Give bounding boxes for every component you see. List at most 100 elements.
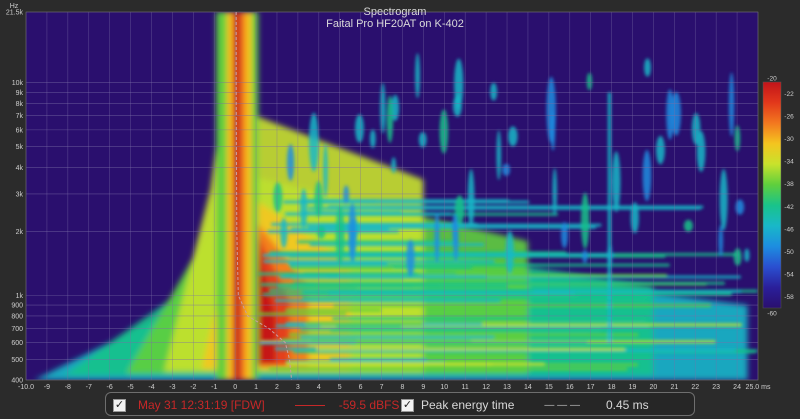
x-tick-label: 7 — [380, 384, 384, 391]
x-tick-label: 23 — [712, 384, 720, 391]
heat-blob — [733, 248, 742, 266]
heat-streak — [307, 199, 510, 203]
colorbar-tick-label: -54 — [784, 272, 794, 279]
heat-streak — [269, 288, 534, 292]
x-tick-label: 22 — [691, 384, 699, 391]
heat-blob — [309, 112, 319, 172]
heat-blob — [490, 82, 498, 101]
heat-blob — [508, 126, 518, 147]
x-tick-label: 13 — [503, 384, 511, 391]
heat-blob — [300, 188, 308, 229]
heat-blob — [316, 225, 326, 239]
heat-streak — [285, 362, 494, 366]
x-tick-label: 0 — [233, 384, 237, 391]
heat-blob — [502, 163, 511, 176]
colorbar-tick-label: -46 — [784, 226, 794, 233]
legend-item-peak-energy[interactable]: ✓ Peak energy time — — — 0.45 ms — [401, 397, 649, 413]
heat-blob — [335, 205, 345, 265]
peak-energy-checkbox[interactable]: ✓ — [401, 398, 414, 412]
x-tick-label: 15 — [545, 384, 553, 391]
y-tick-label: 500 — [11, 357, 23, 364]
heat-blob — [580, 192, 590, 249]
x-tick-label: 3 — [296, 384, 300, 391]
y-tick-label: 800 — [11, 313, 23, 320]
y-tick-label: 600 — [11, 340, 23, 347]
measurement-label: May 31 12:31:19 [FDW] — [138, 398, 265, 412]
x-tick-label: 2 — [275, 384, 279, 391]
y-tick-label: 6k — [16, 127, 24, 134]
x-tick-label: -5 — [127, 384, 133, 391]
x-tick-label: 17 — [587, 384, 595, 391]
measurement-checkbox[interactable]: ✓ — [113, 398, 126, 412]
heat-blob — [280, 217, 288, 249]
x-tick-label: 24 — [733, 384, 741, 391]
heat-blob — [467, 169, 475, 227]
heat-blob — [552, 167, 558, 216]
x-tick-label: 4 — [317, 384, 321, 391]
heat-blob — [546, 76, 556, 143]
heat-streak — [284, 212, 452, 216]
heat-blob — [343, 185, 350, 204]
x-tick-label: 10 — [440, 384, 448, 391]
heat-blob — [452, 213, 458, 246]
heat-blob — [612, 151, 621, 213]
peak-energy-line-swatch: — — — — [544, 399, 580, 411]
colorbar-tick-label: -22 — [784, 91, 794, 98]
peak-energy-label: Peak energy time — [421, 398, 515, 412]
y-tick-label: 7k — [16, 113, 24, 120]
heat-streak — [331, 317, 646, 321]
heat-streak — [288, 333, 639, 337]
heat-blob — [728, 72, 735, 137]
y-tick-label: 8k — [16, 101, 24, 108]
heat-blob — [415, 53, 420, 99]
y-tick-label: 9k — [16, 90, 24, 97]
heat-blob — [656, 135, 665, 165]
x-tick-label: 14 — [524, 384, 532, 391]
heat-blob — [348, 203, 357, 262]
measurement-value: -59.5 dBFS — [338, 398, 400, 412]
heat-blob — [683, 219, 693, 232]
x-tick-label: 8 — [401, 384, 405, 391]
heat-blob — [586, 72, 593, 91]
heat-blob — [561, 221, 568, 249]
heat-streak — [333, 304, 712, 308]
x-tick-label: 19 — [629, 384, 637, 391]
heat-streak — [302, 296, 646, 300]
legend-item-measurement[interactable]: ✓ May 31 12:31:19 [FDW] -59.5 dBFS — [113, 397, 399, 413]
heat-blob — [718, 224, 724, 257]
heat-blob — [734, 125, 741, 152]
heat-blob — [630, 202, 639, 234]
heat-streak — [293, 281, 726, 285]
x-tick-label: 11 — [462, 384, 469, 391]
x-tick-label: 20 — [650, 384, 658, 391]
colorbar-tick-label: -38 — [784, 181, 794, 188]
y-tick-label: 3k — [16, 191, 24, 198]
heat-blob — [642, 149, 652, 202]
heat-blob — [434, 212, 440, 264]
colorbar-tick-label: -30 — [784, 136, 794, 143]
heat-blob — [391, 157, 397, 174]
colorbar-tick-label: -58 — [784, 294, 794, 301]
heat-streak — [285, 308, 382, 312]
heat-blob — [369, 129, 376, 149]
heat-streak — [277, 284, 508, 288]
chart-title: Spectrogram — [364, 6, 427, 18]
y-tick-label: 4k — [16, 165, 24, 172]
heat-streak — [288, 262, 388, 266]
heat-blob — [386, 95, 394, 143]
x-tick-label: -1 — [211, 384, 217, 391]
colorbar-tick-label: -60 — [767, 311, 777, 318]
heat-streak — [268, 367, 628, 371]
x-tick-label: -8 — [65, 384, 71, 391]
heat-streak — [299, 328, 601, 332]
y-tick-label: 900 — [11, 303, 23, 310]
x-tick-label: 9 — [421, 384, 425, 391]
colorbar-tick-label: -42 — [784, 204, 794, 211]
y-axis-unit: Hz — [10, 3, 19, 10]
heat-streak — [316, 347, 626, 351]
heat-blob — [719, 168, 728, 231]
heat-streak — [297, 240, 457, 244]
spectrogram-window: 21.5k 10k 9k 8k 7k 6k 5k 4k 3k 2k 1k 900 800 700 600 50… — [0, 0, 800, 419]
x-tick-label: 16 — [566, 384, 574, 391]
spectrogram-chart: 21.5k10k9k8k7k6k5k4k3k2k1k90080070060050… — [0, 0, 800, 392]
